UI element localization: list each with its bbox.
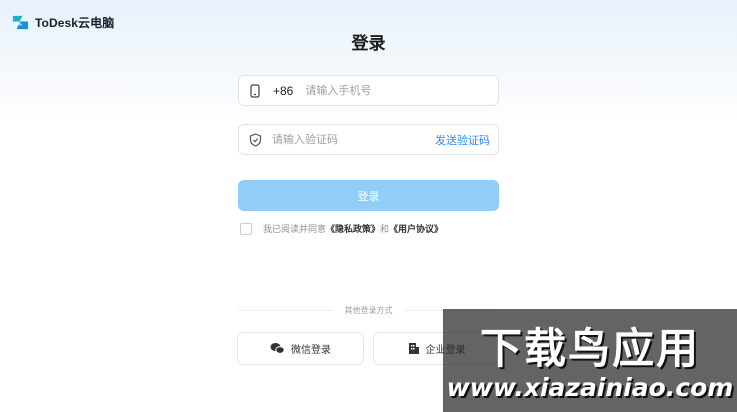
other-login-label: 其他登录方式 xyxy=(344,306,393,315)
divider-line-left xyxy=(238,310,333,311)
phone-icon xyxy=(248,83,262,98)
building-icon xyxy=(408,343,419,354)
watermark: 下载鸟应用 www.xiazainiao.com xyxy=(443,309,737,412)
agreement-and: 和 xyxy=(380,225,390,235)
user-agreement-link[interactable]: 《用户协议》 xyxy=(389,222,443,235)
shield-icon xyxy=(248,132,262,147)
watermark-en: www.xiazainiao.com xyxy=(446,373,734,402)
page-title: 登录 xyxy=(351,34,386,54)
agreement-prefix: 我已阅读并同意 xyxy=(263,225,327,235)
agree-checkbox[interactable] xyxy=(240,222,252,235)
agreement: 我已阅读并同意 《隐私政策》 和 《用户协议》 xyxy=(240,222,443,235)
wechat-login-button[interactable]: 微信登录 xyxy=(237,332,364,365)
country-code[interactable]: +86 xyxy=(273,84,293,98)
login-button[interactable]: 登录 xyxy=(238,180,499,211)
watermark-cn: 下载鸟应用 xyxy=(479,324,700,373)
phone-input[interactable] xyxy=(305,84,456,97)
privacy-policy-link[interactable]: 《隐私政策》 xyxy=(326,222,380,235)
send-code-button[interactable]: 发送验证码 xyxy=(435,132,490,148)
code-input[interactable] xyxy=(272,133,422,146)
code-field[interactable]: 发送验证码 xyxy=(238,124,499,155)
wechat-login-label: 微信登录 xyxy=(291,345,331,356)
phone-field[interactable]: +86 xyxy=(238,75,499,106)
wechat-icon xyxy=(270,343,285,354)
